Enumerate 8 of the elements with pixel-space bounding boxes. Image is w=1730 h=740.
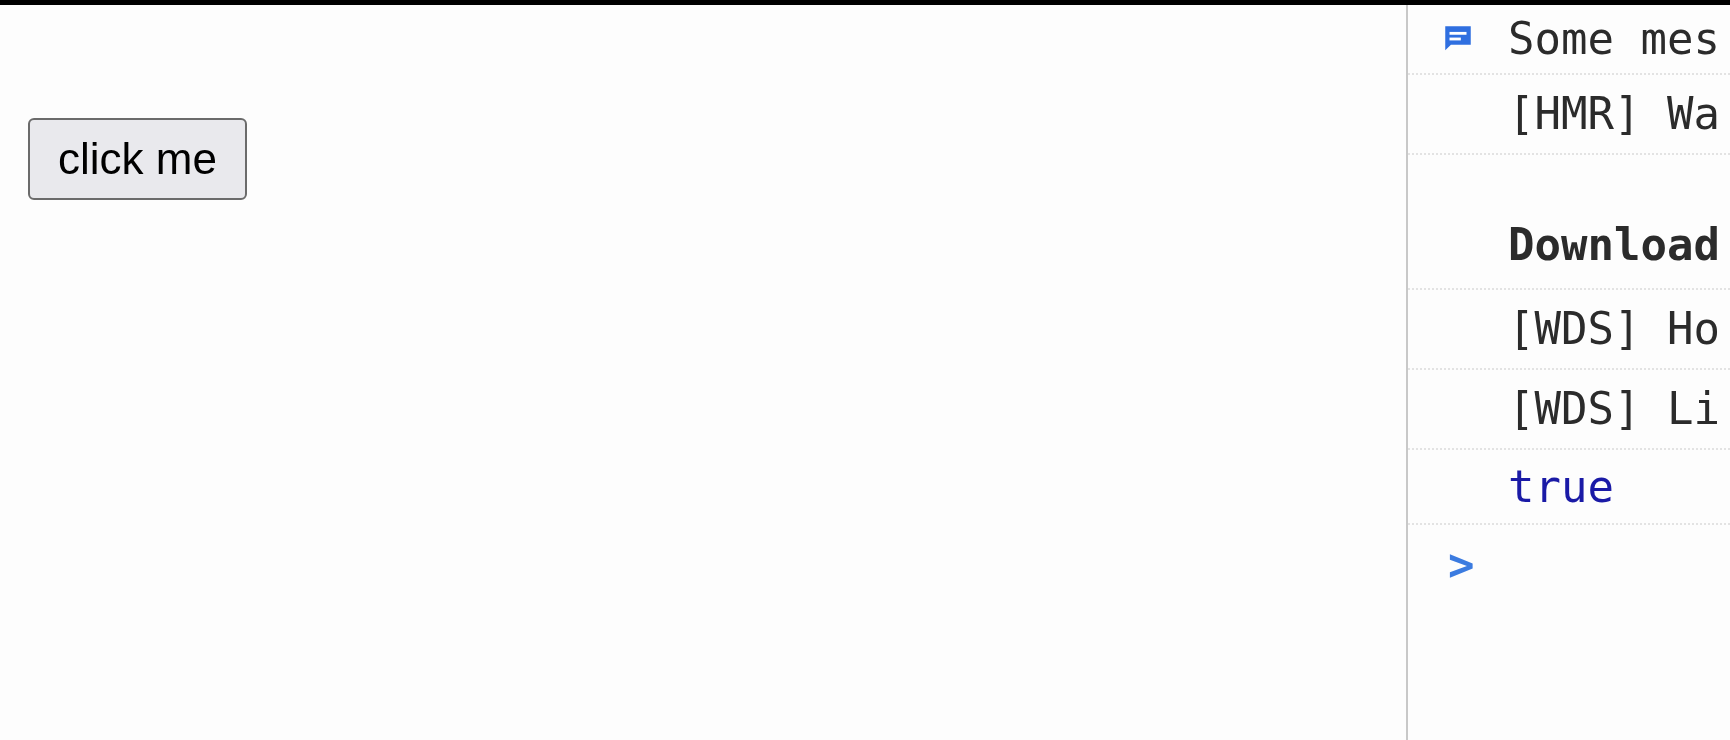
click-me-button[interactable]: click me [28,118,247,200]
console-result: true [1508,459,1614,514]
console-message: [HMR] Wa [1508,87,1720,141]
console-message: Download [1508,218,1720,272]
console-message: [WDS] Li [1508,382,1720,436]
console-message: [WDS] Ho [1508,302,1720,356]
console-prompt[interactable]: > [1448,532,1475,598]
console-message: Some mes [1508,12,1720,66]
